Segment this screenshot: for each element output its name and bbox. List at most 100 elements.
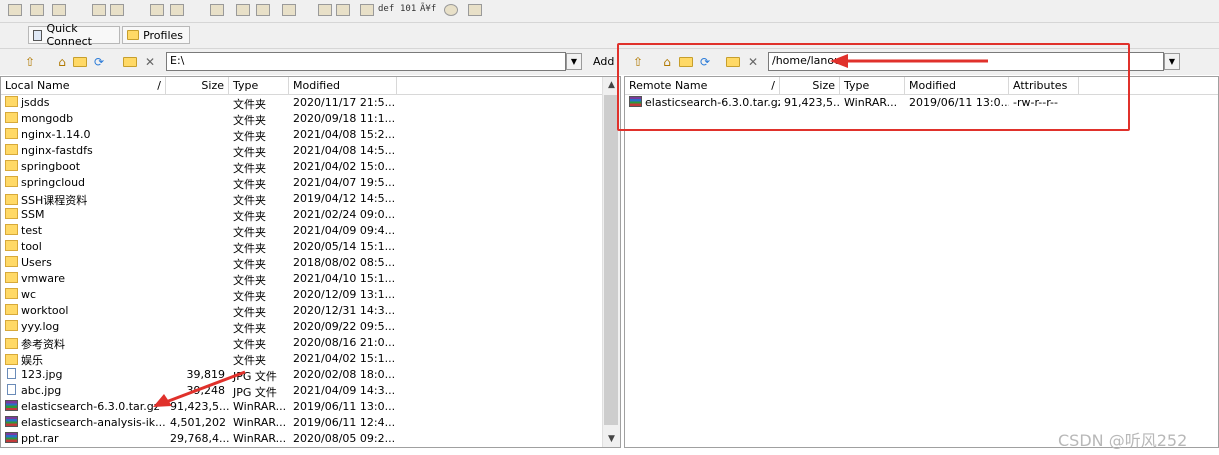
- table-row[interactable]: jsdds 文件夹 2020/11/17 21:5...: [1, 95, 397, 111]
- folder-icon: [5, 96, 18, 107]
- file-modified-cell: 2020/08/05 09:2...: [293, 432, 396, 445]
- file-size-cell: [166, 271, 229, 287]
- disconnect-icon[interactable]: [30, 4, 44, 16]
- connect-icon[interactable]: [52, 4, 66, 16]
- add-bookmark-button[interactable]: Add: [593, 55, 614, 68]
- pause-icon[interactable]: [256, 4, 270, 16]
- local-file-pane: Local Name / Size Type Modified jsdds 文件夹…: [0, 76, 621, 448]
- text-tool-def[interactable]: def: [378, 4, 394, 14]
- text-tool-101[interactable]: 101: [400, 4, 416, 14]
- open-icon[interactable]: [8, 4, 22, 16]
- table-row[interactable]: springcloud 文件夹 2021/04/07 19:5...: [1, 175, 397, 191]
- file-size-cell: [166, 287, 229, 303]
- table-row[interactable]: wc 文件夹 2020/12/09 13:1...: [1, 287, 397, 303]
- folder-icon: [5, 272, 18, 283]
- table-row[interactable]: 参考资料 文件夹 2020/08/16 21:0...: [1, 335, 397, 351]
- file-name: springboot: [21, 160, 81, 173]
- table-row[interactable]: Users 文件夹 2018/08/02 08:5...: [1, 255, 397, 271]
- up-folder-icon[interactable]: [72, 54, 88, 69]
- file-size-cell: [166, 255, 229, 271]
- file-name-cell: elasticsearch-analysis-ik...: [1, 415, 166, 431]
- table-row[interactable]: springboot 文件夹 2021/04/02 15:0...: [1, 159, 397, 175]
- file-name-cell: tool: [1, 239, 166, 255]
- about-icon[interactable]: [468, 4, 482, 16]
- table-row[interactable]: elasticsearch-analysis-ik... 4,501,202 Win…: [1, 415, 397, 431]
- table-row[interactable]: worktool 文件夹 2020/12/31 14:3...: [1, 303, 397, 319]
- help-icon[interactable]: [444, 4, 458, 16]
- table-row[interactable]: SSM 文件夹 2021/02/24 09:0...: [1, 207, 397, 223]
- view-icon[interactable]: [282, 4, 296, 16]
- local-path-input[interactable]: E:\: [166, 52, 566, 71]
- table-row[interactable]: nginx-1.14.0 文件夹 2021/04/08 15:2...: [1, 127, 397, 143]
- file-name-cell: 123.jpg: [1, 367, 166, 383]
- local-header: Local Name / Size Type Modified: [1, 77, 605, 95]
- scroll-thumb[interactable]: [604, 95, 618, 425]
- new-folder-icon[interactable]: [122, 54, 138, 69]
- sort-indicator: /: [157, 79, 161, 92]
- file-name-cell: test: [1, 223, 166, 239]
- folder-icon: [5, 208, 18, 219]
- table-row[interactable]: tool 文件夹 2020/05/14 15:1...: [1, 239, 397, 255]
- table-row[interactable]: mongodb 文件夹 2020/09/18 11:1...: [1, 111, 397, 127]
- terminal-icon[interactable]: [170, 4, 184, 16]
- local-name-header-label: Local Name: [5, 79, 70, 92]
- file-name-cell: SSM: [1, 207, 166, 223]
- scroll-down-icon[interactable]: ▼: [603, 434, 620, 444]
- pin-icon[interactable]: [236, 4, 250, 16]
- upload-icon[interactable]: [92, 4, 106, 16]
- download-icon[interactable]: [110, 4, 124, 16]
- table-row[interactable]: ppt.rar 29,768,4... WinRAR... 2020/08/05 09…: [1, 431, 397, 447]
- file-modified-cell: 2019/06/11 12:4...: [293, 416, 396, 429]
- file-type-cell: 文件夹: [233, 210, 266, 223]
- settings-icon[interactable]: [210, 4, 224, 16]
- file-name: springcloud: [21, 176, 86, 189]
- file-name-cell: yyy.log: [1, 319, 166, 335]
- file-modified-cell: 2020/08/16 21:0...: [293, 336, 396, 349]
- local-path-dropdown[interactable]: ▼: [566, 53, 582, 70]
- list-icon[interactable]: [318, 4, 332, 16]
- parent-folder-icon[interactable]: ⇧: [22, 54, 38, 69]
- quick-connect-button[interactable]: Quick Connect: [28, 22, 120, 48]
- local-name-header[interactable]: Local Name /: [1, 77, 166, 94]
- folder-icon: [127, 30, 140, 40]
- file-name: wc: [21, 288, 37, 301]
- local-size-header[interactable]: Size: [166, 77, 229, 94]
- folder-icon: [5, 176, 18, 187]
- local-type-header[interactable]: Type: [229, 77, 289, 94]
- file-name-cell: wc: [1, 287, 166, 303]
- local-scrollbar[interactable]: ▲ ▼: [602, 77, 620, 447]
- delete-icon[interactable]: ✕: [142, 54, 158, 69]
- file-modified-cell: 2021/04/08 14:5...: [293, 144, 396, 157]
- table-row[interactable]: yyy.log 文件夹 2020/09/22 09:5...: [1, 319, 397, 335]
- remote-path-dropdown[interactable]: ▼: [1164, 53, 1180, 70]
- local-modified-header[interactable]: Modified: [289, 77, 397, 94]
- refresh-icon[interactable]: ⟳: [91, 54, 107, 69]
- table-row[interactable]: vmware 文件夹 2021/04/10 15:1...: [1, 271, 397, 287]
- sftp-icon[interactable]: [150, 4, 164, 16]
- file-modified-cell: 2020/05/14 15:1...: [293, 240, 396, 253]
- remote-file-pane: Remote Name / Size Type Modified Attribu…: [624, 76, 1219, 448]
- file-modified-cell: 2021/04/10 15:1...: [293, 272, 396, 285]
- file-size-cell: [166, 111, 229, 127]
- table-row[interactable]: nginx-fastdfs 文件夹 2021/04/08 14:5...: [1, 143, 397, 159]
- folder-icon: [5, 128, 18, 139]
- file-name-cell: elasticsearch-6.3.0.tar.gz: [1, 399, 166, 415]
- file-name-cell: nginx-fastdfs: [1, 143, 166, 159]
- archive-icon: [5, 400, 18, 411]
- columns-icon[interactable]: [360, 4, 374, 16]
- folder-icon: [5, 194, 18, 205]
- archive-icon: [5, 432, 18, 443]
- text-tool-charset[interactable]: Ã¥f: [420, 4, 436, 14]
- table-row[interactable]: SSH课程资料 文件夹 2019/04/12 14:5...: [1, 191, 397, 207]
- file-name: worktool: [21, 304, 69, 317]
- file-name-cell: abc.jpg: [1, 383, 166, 399]
- table-row[interactable]: test 文件夹 2021/04/09 09:4...: [1, 223, 397, 239]
- file-modified-cell: 2020/09/22 09:5...: [293, 320, 396, 333]
- folder-icon: [5, 240, 18, 251]
- details-icon[interactable]: [336, 4, 350, 16]
- table-row[interactable]: 娱乐 文件夹 2021/04/02 15:1...: [1, 351, 397, 367]
- file-type-cell: 文件夹: [233, 322, 266, 335]
- home-icon[interactable]: ⌂: [54, 54, 70, 69]
- profiles-button[interactable]: Profiles: [122, 26, 190, 44]
- file-size-cell: [166, 303, 229, 319]
